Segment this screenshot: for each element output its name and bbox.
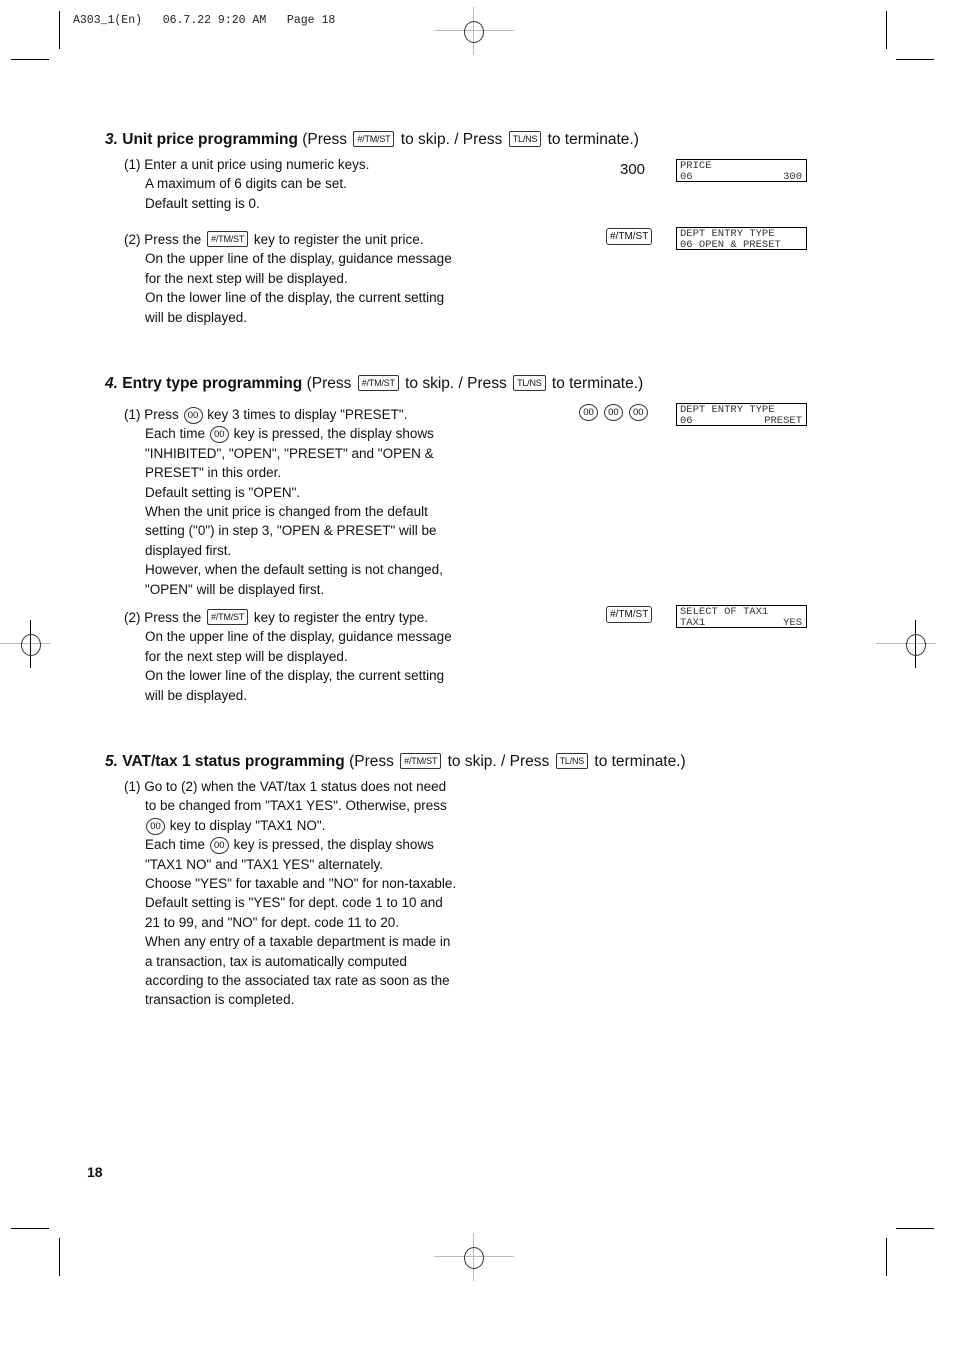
lcd-display: DEPT ENTRY TYPE 06 OPEN & PRESET: [676, 227, 807, 251]
section-4-heading: 4. Entry type programming (Press #/TM/ST…: [105, 375, 644, 392]
step-text: (2) Press the #/TM/ST key to register th…: [124, 609, 452, 703]
section-number: 3.: [105, 131, 118, 148]
double-zero-key-icon: 00: [183, 407, 203, 424]
key-sequence: 00 00 00: [578, 403, 649, 421]
crop-mark: [896, 1228, 934, 1229]
tl-ns-key-icon: TL/NS: [508, 131, 542, 147]
section-number: 4.: [105, 375, 118, 392]
section-title: Entry type programming: [122, 375, 303, 392]
step-text: (1) Enter a unit price using numeric key…: [124, 157, 370, 211]
crop-mark: [11, 59, 49, 60]
key-input-300: 300: [620, 161, 646, 178]
tl-ns-key-icon: TL/NS: [513, 375, 546, 391]
lcd-display: SELECT OF TAX1 TAX1 YES: [676, 605, 807, 629]
tm-st-key-icon: #/TM/ST: [207, 609, 249, 625]
crop-mark: [59, 1238, 60, 1276]
double-zero-key-icon: 00: [628, 404, 648, 421]
crop-mark: [896, 59, 934, 60]
tl-ns-key-icon: TL/NS: [555, 753, 589, 769]
crop-mark: [886, 11, 887, 49]
step-text: (1) Press 00 key 3 times to display "PRE…: [124, 407, 443, 597]
double-zero-key-icon: 00: [146, 817, 165, 835]
lcd-display: PRICE 06 300: [676, 159, 807, 183]
registration-mark-left: [0, 620, 51, 668]
section-number: 5.: [105, 753, 118, 770]
tm-st-key-icon: #/TM/ST: [207, 231, 249, 247]
section-title: VAT/tax 1 status programming: [122, 753, 345, 770]
tm-st-key-icon: #/TM/ST: [353, 131, 395, 147]
tm-st-key-icon: #/TM/ST: [606, 228, 653, 245]
crop-mark: [886, 1238, 887, 1276]
print-slug: A303_1(En) 06.7.22 9:20 AM Page 18: [73, 14, 336, 27]
registration-mark-top: [434, 7, 514, 55]
section-title: Unit price programming: [122, 131, 298, 148]
step-text: (2) Press the #/TM/ST key to register th…: [124, 231, 452, 325]
crop-mark: [11, 1228, 49, 1229]
tm-st-key-icon: #/TM/ST: [400, 753, 442, 769]
page-number: 18: [87, 1164, 103, 1180]
section-5-heading: 5. VAT/tax 1 status programming (Press #…: [105, 753, 686, 770]
registration-mark-right: [876, 620, 936, 668]
lcd-display: DEPT ENTRY TYPE 06 PRESET: [676, 403, 807, 427]
double-zero-key-icon: 00: [209, 426, 229, 444]
tm-st-key-icon: #/TM/ST: [357, 375, 399, 391]
double-zero-key-icon: 00: [603, 404, 623, 421]
section-3-heading: 3. Unit price programming (Press #/TM/ST…: [105, 131, 639, 148]
registration-mark-bottom: [434, 1233, 514, 1281]
step-text: (1) Go to (2) when the VAT/tax 1 status …: [124, 779, 457, 1008]
double-zero-key-icon: 00: [209, 837, 229, 855]
tm-st-key-icon: #/TM/ST: [606, 606, 653, 623]
crop-mark: [59, 11, 60, 49]
double-zero-key-icon: 00: [579, 404, 598, 421]
